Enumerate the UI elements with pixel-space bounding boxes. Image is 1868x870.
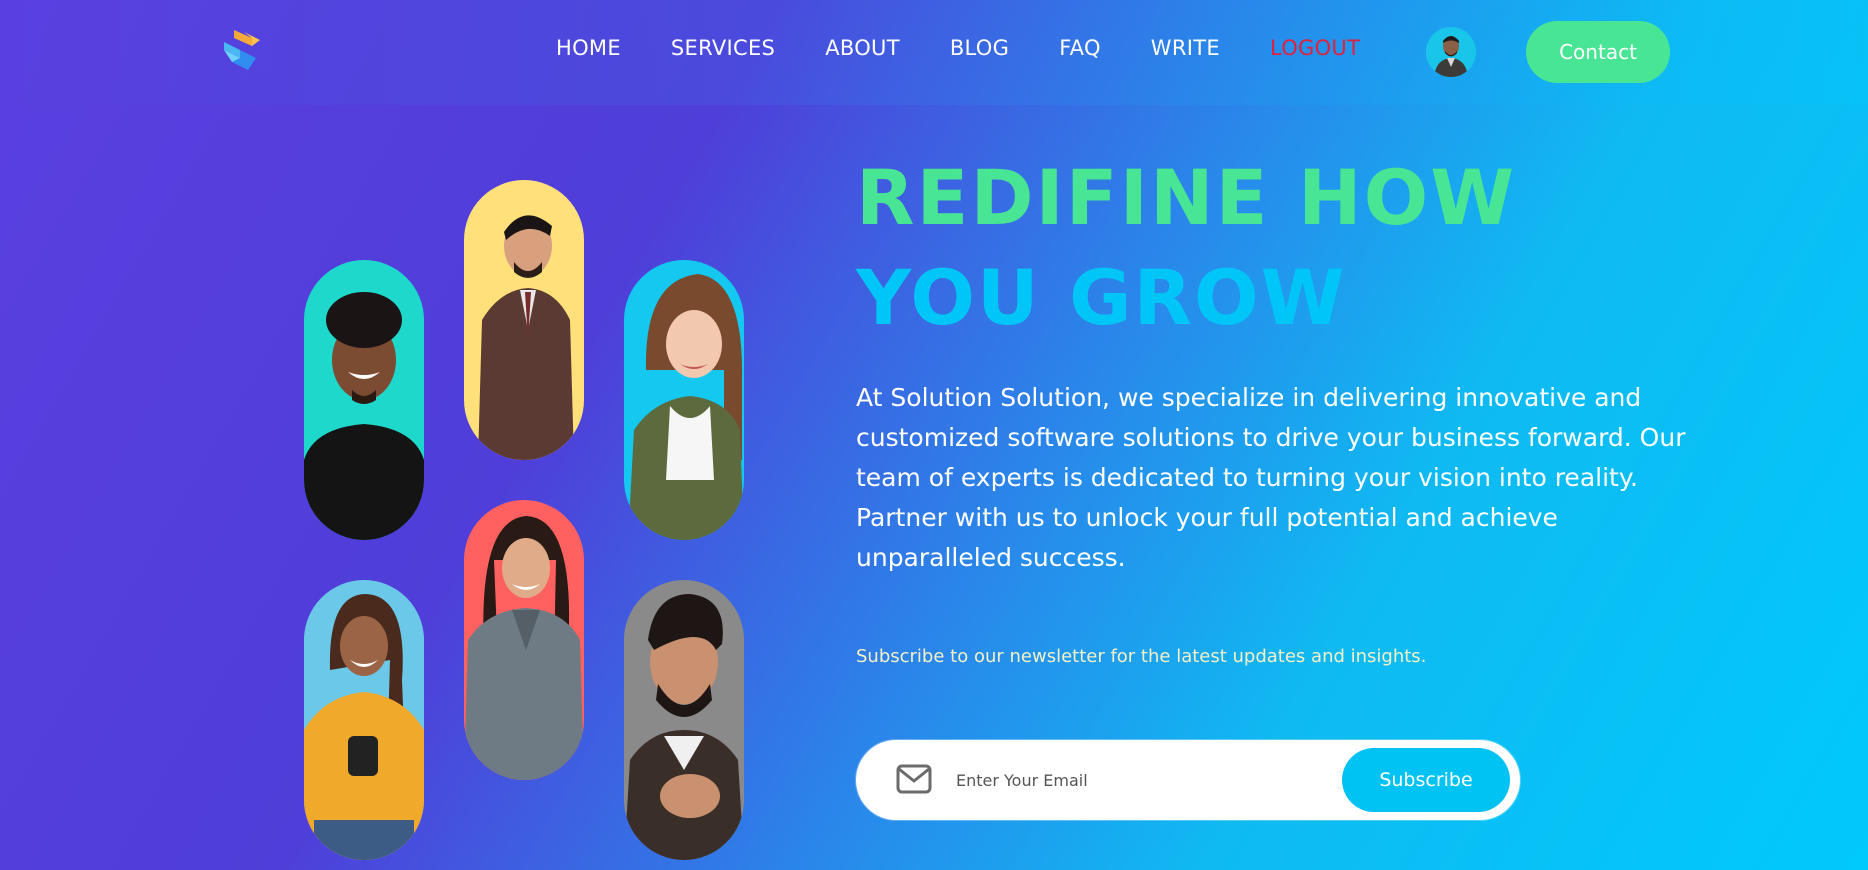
email-input[interactable] (956, 760, 1336, 800)
person-portrait-icon (464, 180, 584, 460)
nav-home[interactable]: HOME (556, 36, 621, 60)
nav-faq[interactable]: FAQ (1059, 36, 1101, 60)
nav-blog[interactable]: BLOG (950, 36, 1009, 60)
person-portrait-icon (304, 260, 424, 540)
s-logo-icon[interactable] (220, 26, 262, 74)
team-photo-4 (304, 580, 424, 860)
team-photo-2 (464, 180, 584, 460)
nav-logout[interactable]: LOGOUT (1270, 36, 1360, 60)
person-portrait-icon (464, 500, 584, 780)
newsletter-note: Subscribe to our newsletter for the late… (856, 646, 1427, 667)
nav-services[interactable]: SERVICES (671, 36, 775, 60)
main-nav: HOME SERVICES ABOUT BLOG FAQ WRITE LOGOU… (556, 36, 1360, 60)
subscribe-button[interactable]: Subscribe (1342, 748, 1510, 812)
hero-title-line1: REDIFINE HOW (856, 153, 1517, 242)
team-photo-6 (624, 580, 744, 860)
user-avatar[interactable] (1426, 27, 1476, 77)
team-photo-1 (304, 260, 424, 540)
team-photo-3 (624, 260, 744, 540)
person-portrait-icon (304, 580, 424, 860)
person-portrait-icon (624, 580, 744, 860)
mail-icon (896, 764, 932, 794)
nav-about[interactable]: ABOUT (825, 36, 900, 60)
site-header: HOME SERVICES ABOUT BLOG FAQ WRITE LOGOU… (0, 0, 1868, 105)
hero-title-line2: YOU GROW (856, 253, 1347, 342)
subscribe-form: Subscribe (856, 740, 1520, 820)
person-portrait-icon (624, 260, 744, 540)
nav-write[interactable]: WRITE (1151, 36, 1220, 60)
contact-button[interactable]: Contact (1526, 21, 1670, 83)
hero-title: REDIFINE HOW YOU GROW (856, 148, 1516, 348)
team-photo-5 (464, 500, 584, 780)
user-avatar-icon (1426, 27, 1476, 77)
hero-description: At Solution Solution, we specialize in d… (856, 383, 1686, 572)
